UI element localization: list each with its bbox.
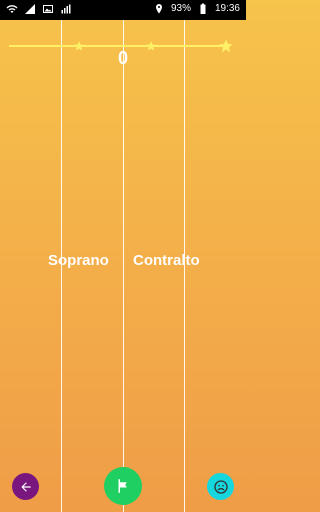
flag-icon xyxy=(118,479,127,493)
feedback-button[interactable] xyxy=(207,473,234,500)
arrow-left-icon xyxy=(20,481,31,492)
wifi-icon xyxy=(6,5,18,13)
voice-label-contralto: Contralto xyxy=(133,252,200,269)
flag-button[interactable] xyxy=(104,467,142,505)
back-button[interactable] xyxy=(12,473,39,500)
progress-track xyxy=(9,45,226,47)
status-bar: 93% 19:36 xyxy=(0,0,246,20)
location-icon xyxy=(155,4,162,14)
voice-label-soprano: Soprano xyxy=(48,252,109,269)
image-icon xyxy=(43,5,53,13)
score-display: 0 xyxy=(117,48,128,68)
signal-icon xyxy=(25,4,35,14)
bars-icon xyxy=(61,4,71,14)
battery-percent: 93% xyxy=(170,3,191,14)
clock: 19:36 xyxy=(214,3,240,14)
lane-divider xyxy=(123,20,124,512)
battery-icon xyxy=(200,3,206,14)
sad-face-icon xyxy=(213,479,228,494)
